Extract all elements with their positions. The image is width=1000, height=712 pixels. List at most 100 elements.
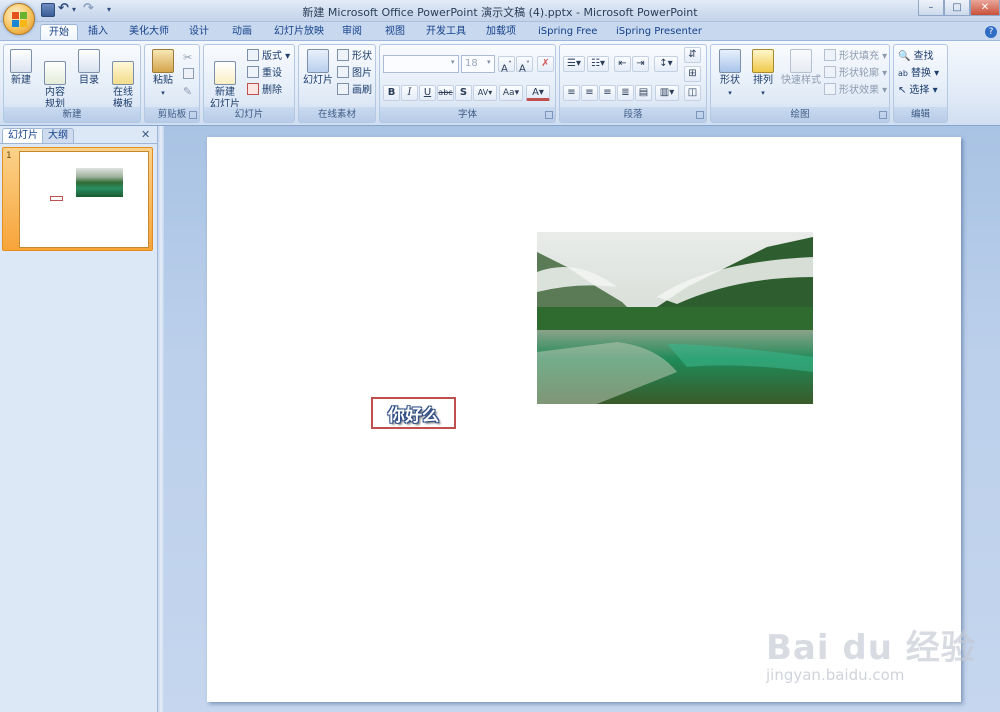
cut-icon[interactable]: ✂ bbox=[183, 51, 192, 64]
arrange-button[interactable]: 排列 ▾ bbox=[748, 49, 778, 99]
tab-insert[interactable]: 插入 bbox=[80, 24, 116, 41]
slide-thumbnail-selected[interactable]: 1 bbox=[2, 147, 153, 251]
quick-styles-button[interactable]: 快速样式 bbox=[781, 49, 821, 87]
tab-design[interactable]: 设计 bbox=[181, 24, 217, 41]
shapes-icon bbox=[719, 49, 741, 73]
slides-pane: 幻灯片 大纲 ✕ 1 bbox=[0, 126, 158, 712]
online-brush-button[interactable]: 画刷 bbox=[337, 83, 372, 98]
paragraph-launcher-icon[interactable] bbox=[696, 111, 704, 119]
baidu-watermark-logo: Bai du 经验 bbox=[766, 628, 976, 668]
new-slide-button[interactable]: 新建 幻灯片 bbox=[206, 49, 244, 111]
justify-icon[interactable]: ≣ bbox=[617, 85, 634, 101]
align-left-icon[interactable]: ≡ bbox=[563, 85, 580, 101]
grow-font-icon[interactable]: A˄ bbox=[498, 56, 515, 74]
char-spacing-icon[interactable]: AV▾ bbox=[473, 85, 497, 101]
close-pane-icon[interactable]: ✕ bbox=[141, 128, 150, 141]
tab-ispring-presenter[interactable]: iSpring Presenter bbox=[608, 24, 710, 41]
minimize-button[interactable]: – bbox=[918, 0, 944, 16]
strikethrough-icon[interactable]: abc bbox=[437, 85, 454, 101]
tab-outline-pane[interactable]: 大纲 bbox=[42, 128, 74, 143]
font-color-icon[interactable]: A▾ bbox=[526, 85, 550, 101]
format-painter-icon[interactable]: ✎ bbox=[183, 85, 192, 98]
shapes-dropdown-icon: ▾ bbox=[728, 89, 732, 97]
toc-button[interactable]: 目录 bbox=[74, 49, 104, 87]
redo-icon[interactable]: ↷ bbox=[83, 2, 97, 17]
align-text-icon[interactable]: ⊞ bbox=[684, 66, 701, 82]
tab-addins[interactable]: 加载项 bbox=[478, 24, 524, 41]
save-icon[interactable] bbox=[41, 3, 55, 17]
text-direction-icon[interactable]: ⇵ bbox=[684, 47, 701, 63]
bold-icon[interactable]: B bbox=[383, 85, 400, 101]
find-button[interactable]: 🔍 查找 bbox=[898, 49, 933, 64]
text-shadow-icon[interactable]: S bbox=[455, 85, 472, 101]
online-template-button[interactable]: 在线 模板 bbox=[108, 49, 138, 111]
thumbnail-textbox bbox=[50, 196, 63, 201]
align-right-icon[interactable]: ≡ bbox=[599, 85, 616, 101]
smartart-icon[interactable]: ◫ bbox=[684, 85, 701, 101]
align-center-icon[interactable]: ≡ bbox=[581, 85, 598, 101]
italic-icon[interactable]: I bbox=[401, 85, 418, 101]
slide-text[interactable]: 你好么 bbox=[373, 401, 454, 426]
close-button[interactable]: ✕ bbox=[970, 0, 1000, 16]
shape-outline-button[interactable]: 形状轮廓 ▾ bbox=[824, 66, 887, 81]
online-slide-button[interactable]: 幻灯片 bbox=[301, 49, 335, 87]
online-shape-button[interactable]: 形状 bbox=[337, 49, 372, 64]
maximize-button[interactable]: □ bbox=[944, 0, 970, 16]
content-planning-button[interactable]: 内容 规划 bbox=[40, 49, 70, 111]
tab-developer[interactable]: 开发工具 bbox=[418, 24, 474, 41]
replace-label: 替换 bbox=[910, 68, 931, 79]
shape-effects-button[interactable]: 形状效果 ▾ bbox=[824, 83, 887, 98]
help-icon[interactable]: ? bbox=[985, 26, 997, 38]
reset-button[interactable]: 重设 bbox=[247, 66, 282, 81]
font-launcher-icon[interactable] bbox=[545, 111, 553, 119]
new-slide-icon bbox=[214, 61, 236, 85]
tab-ispring-free[interactable]: iSpring Free bbox=[530, 24, 605, 41]
shape-fill-button[interactable]: 形状填充 ▾ bbox=[824, 49, 887, 64]
change-case-icon[interactable]: Aa▾ bbox=[499, 85, 523, 101]
tab-slides-pane[interactable]: 幻灯片 bbox=[2, 128, 44, 143]
office-button[interactable] bbox=[3, 3, 35, 35]
font-name-box[interactable] bbox=[383, 55, 459, 73]
font-name-dropdown-icon[interactable]: ▾ bbox=[451, 58, 455, 66]
landscape-image bbox=[537, 232, 813, 404]
select-icon: ↖ bbox=[898, 85, 907, 96]
numbering-icon[interactable]: ☷▾ bbox=[587, 56, 609, 72]
slide[interactable] bbox=[207, 137, 961, 702]
select-button[interactable]: ↖ 选择 ▾ bbox=[898, 83, 938, 98]
group-font-label: 字体 bbox=[380, 107, 555, 122]
slide-number: 1 bbox=[6, 151, 12, 161]
decrease-indent-icon[interactable]: ⇤ bbox=[614, 56, 631, 72]
undo-icon[interactable]: ↶ bbox=[58, 2, 72, 17]
shapes-button[interactable]: 形状 ▾ bbox=[715, 49, 745, 99]
shrink-font-icon[interactable]: A˅ bbox=[516, 56, 533, 74]
slide-textbox[interactable]: 你好么 bbox=[371, 397, 456, 429]
drawing-launcher-icon[interactable] bbox=[879, 111, 887, 119]
new-button[interactable]: 新建 bbox=[6, 49, 36, 87]
slide-picture[interactable] bbox=[537, 232, 813, 404]
line-spacing-icon[interactable]: ↕▾ bbox=[654, 56, 678, 72]
bullets-icon[interactable]: ☰▾ bbox=[563, 56, 585, 72]
underline-icon[interactable]: U bbox=[419, 85, 436, 101]
replace-button[interactable]: ab 替换 ▾ bbox=[898, 66, 939, 81]
tab-review[interactable]: 审阅 bbox=[334, 24, 370, 41]
font-size-dropdown-icon[interactable]: ▾ bbox=[487, 58, 491, 66]
shape-outline-icon bbox=[824, 66, 836, 78]
find-icon: 🔍 bbox=[898, 51, 911, 62]
tab-beautify-master[interactable]: 美化大师 bbox=[121, 24, 177, 41]
online-template-icon bbox=[112, 61, 134, 85]
layout-button[interactable]: 版式 ▾ bbox=[247, 49, 290, 64]
increase-indent-icon[interactable]: ⇥ bbox=[632, 56, 649, 72]
delete-slide-button[interactable]: 删除 bbox=[247, 83, 282, 98]
tab-animation[interactable]: 动画 bbox=[224, 24, 260, 41]
tab-slideshow[interactable]: 幻灯片放映 bbox=[266, 24, 332, 41]
clipboard-launcher-icon[interactable] bbox=[189, 111, 197, 119]
columns-icon[interactable]: ▥▾ bbox=[655, 85, 679, 101]
paste-button[interactable]: 粘贴 ▾ bbox=[148, 49, 178, 99]
clear-format-icon[interactable]: ✗ bbox=[537, 56, 554, 72]
tab-view[interactable]: 视图 bbox=[377, 24, 413, 41]
tab-home[interactable]: 开始 bbox=[40, 24, 78, 41]
online-picture-button[interactable]: 图片 bbox=[337, 66, 372, 81]
customize-quick-access-icon[interactable]: ▾ bbox=[107, 3, 121, 17]
copy-icon[interactable] bbox=[183, 68, 194, 79]
distributed-icon[interactable]: ▤ bbox=[635, 85, 652, 101]
